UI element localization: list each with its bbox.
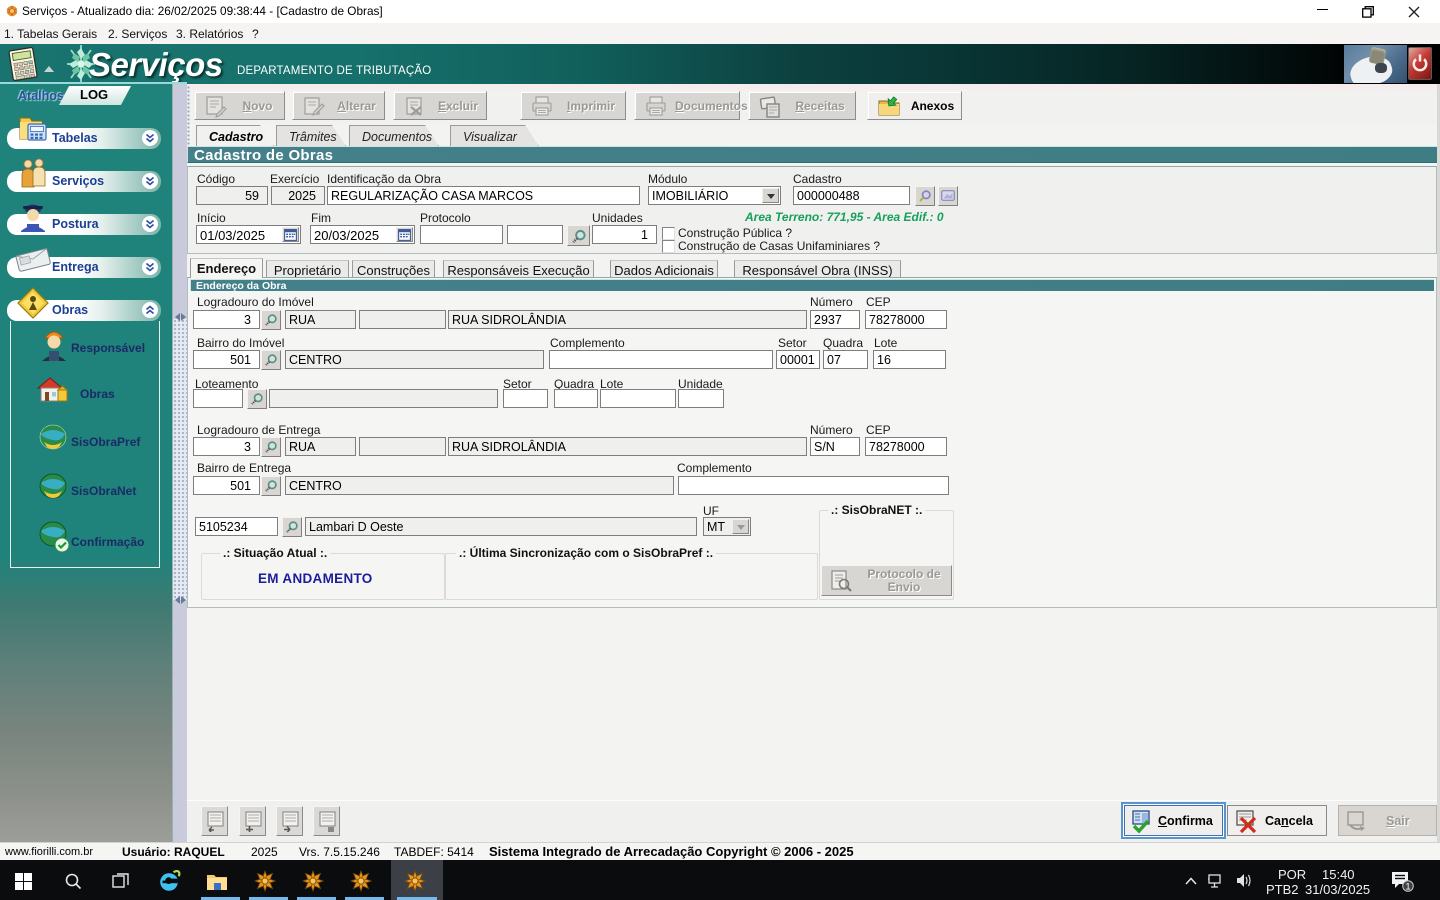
svg-text:1: 1 bbox=[1405, 882, 1410, 892]
